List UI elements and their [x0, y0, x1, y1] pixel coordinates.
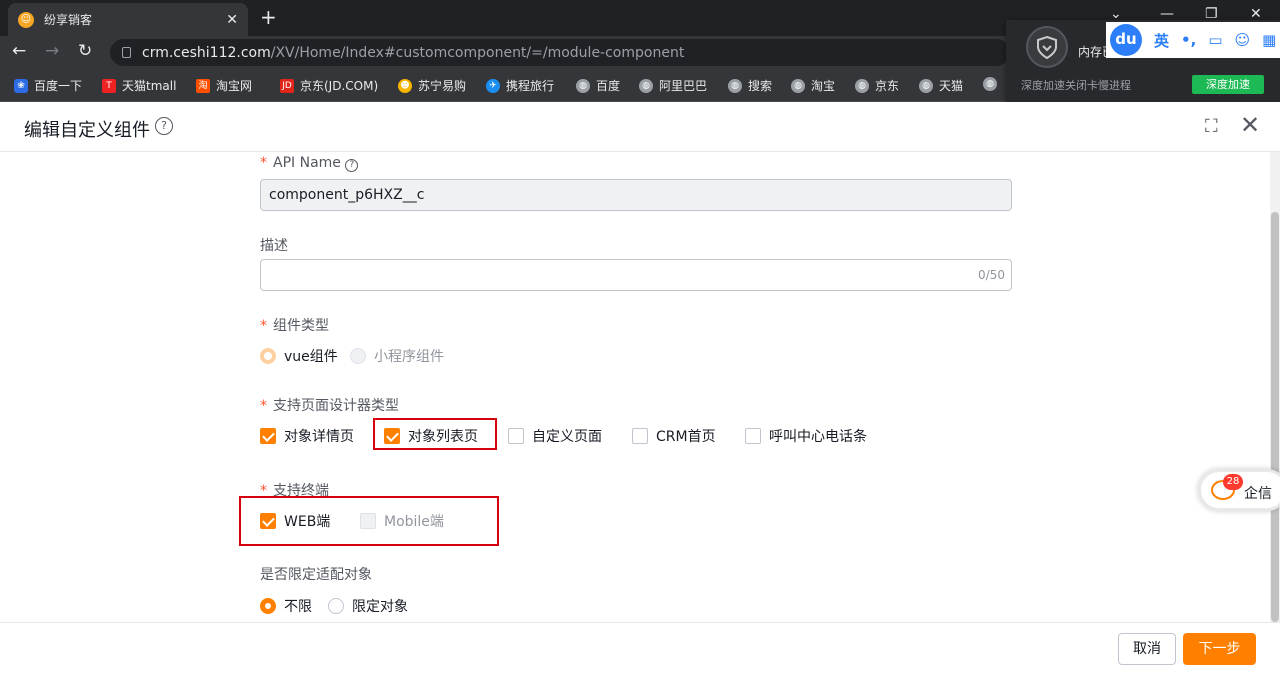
checkbox-label: CRM首页	[656, 429, 716, 445]
bookmark-label: 携程旅行	[506, 79, 555, 93]
speedup-button[interactable]: 深度加速	[1192, 75, 1264, 94]
browser-tab[interactable]: ☺ 纷享销客 ✕	[8, 3, 248, 36]
radio-limit-object[interactable]: 限定对象	[328, 596, 408, 616]
unread-badge: 28	[1223, 474, 1243, 490]
checkbox-indicator	[508, 428, 524, 444]
checkbox-label: 呼叫中心电话条	[769, 429, 867, 445]
bookmark-label: 京东	[875, 79, 900, 93]
component-type-label: * 组件类型	[260, 318, 329, 334]
designer-type-label: * 支持页面设计器类型	[260, 398, 399, 414]
bookmark-label: 搜索	[748, 79, 773, 93]
new-tab-icon[interactable]: +	[260, 6, 277, 28]
next-step-button[interactable]: 下一步	[1183, 633, 1256, 665]
designer-type-label-text: 支持页面设计器类型	[273, 398, 399, 414]
bookmark-label: 天猫tmall	[122, 79, 177, 93]
radio-label: 小程序组件	[374, 349, 444, 365]
qixin-chat-button[interactable]: 28 企信	[1198, 469, 1280, 511]
limit-object-label: 是否限定适配对象	[260, 567, 372, 583]
checkbox-crm-home[interactable]: CRM首页	[632, 426, 716, 446]
radio-label: 限定对象	[352, 599, 408, 615]
url-host: crm.ceshi112.com	[142, 44, 271, 61]
fullscreen-icon[interactable]: ⛶	[1205, 116, 1218, 137]
radio-unlimited[interactable]: 不限	[260, 596, 312, 616]
ime-lang-toggle[interactable]: 英	[1154, 30, 1169, 51]
bookmark-label: 苏宁易购	[418, 79, 467, 93]
checkbox-label: 自定义页面	[532, 429, 602, 445]
shield-icon	[1026, 26, 1068, 68]
bookmark-label: 京东(JD.COM)	[300, 79, 379, 93]
scrollbar-thumb[interactable]	[1271, 212, 1279, 622]
bookmark-item[interactable]: ❀ 百度一下	[14, 77, 82, 94]
bookmark-item[interactable]: ✈ 携程旅行	[486, 77, 554, 94]
keyboard-icon[interactable]: ▭	[1208, 31, 1222, 49]
bookmark-label: 淘宝	[811, 79, 836, 93]
checkbox-custom-page[interactable]: 自定义页面	[508, 426, 602, 446]
bookmark-label: 淘宝网	[216, 79, 253, 93]
bookmark-item[interactable]: JD 京东(JD.COM)	[280, 77, 378, 94]
radio-indicator	[260, 348, 276, 364]
bookmark-label: 天猫	[939, 79, 964, 93]
bookmark-item[interactable]: ☻ 苏宁易购	[398, 77, 466, 94]
bookmark-item[interactable]: ◍ 百度	[576, 77, 620, 94]
radio-indicator	[328, 598, 344, 614]
url-path: /XV/Home/Index#customcomponent/=/module-…	[270, 44, 685, 61]
tab-close-icon[interactable]: ✕	[226, 12, 238, 28]
address-bar[interactable]: crm.ceshi112.com/XV/Home/Index#customcom…	[110, 39, 1010, 66]
checkbox-label: 对象详情页	[284, 429, 354, 445]
radio-vue-component[interactable]: vue组件	[260, 346, 338, 366]
bookmark-label: 百度	[596, 79, 621, 93]
cancel-button[interactable]: 取消	[1118, 633, 1176, 665]
url-text: crm.ceshi112.com/XV/Home/Index#customcom…	[142, 45, 684, 61]
ime-toolbar: du 英 •, ▭ ☺ ▦	[1106, 22, 1280, 58]
bookmark-item[interactable]: ◍ 天猫	[919, 77, 963, 94]
help-icon[interactable]: ?	[155, 117, 173, 135]
radio-indicator	[260, 598, 276, 614]
bookmark-item[interactable]: ◍ 京东	[855, 77, 899, 94]
checkbox-object-detail[interactable]: 对象详情页	[260, 426, 354, 446]
component-type-label-text: 组件类型	[273, 318, 329, 334]
api-name-label: * API Name ?	[260, 155, 359, 172]
bookmark-label: 百度一下	[34, 79, 83, 93]
radio-label: vue组件	[284, 349, 338, 365]
popup-subtext: 深度加速关闭卡慢进程	[1021, 79, 1131, 92]
reload-icon[interactable]: ↻	[78, 41, 92, 61]
checkbox-call-center[interactable]: 呼叫中心电话条	[745, 426, 867, 446]
api-name-field[interactable]: component_p6HXZ__c	[260, 179, 1012, 211]
char-counter: 0/50	[978, 268, 1005, 282]
highlight-box	[239, 496, 499, 546]
radio-miniprogram-component[interactable]: 小程序组件	[350, 346, 444, 366]
back-icon[interactable]: ←	[12, 41, 26, 61]
checkbox-indicator	[632, 428, 648, 444]
user-icon[interactable]: ☺	[1235, 31, 1251, 49]
bookmark-item[interactable]: ◍	[983, 77, 1003, 91]
forward-icon[interactable]: →	[45, 41, 59, 61]
dialog-header: 编辑自定义组件 ? ⛶ ✕	[0, 102, 1280, 152]
highlight-box	[373, 418, 497, 450]
description-field[interactable]: 0/50	[260, 259, 1012, 291]
tab-title: 纷享销客	[44, 13, 93, 27]
punctuation-icon[interactable]: •,	[1181, 31, 1196, 49]
qixin-label: 企信	[1244, 486, 1272, 502]
du-logo-icon[interactable]: du	[1110, 24, 1142, 56]
dialog-footer: 取消 下一步	[0, 622, 1280, 680]
bookmark-item[interactable]: 淘淘宝网	[196, 77, 252, 94]
checkbox-indicator	[260, 428, 276, 444]
lock-icon	[122, 47, 131, 58]
radio-label: 不限	[284, 599, 312, 615]
help-icon[interactable]: ?	[345, 159, 359, 172]
page-title: 编辑自定义组件	[24, 120, 150, 141]
description-label: 描述	[260, 238, 288, 254]
close-icon[interactable]: ✕	[1240, 111, 1260, 139]
api-name-label-text: API Name	[273, 155, 341, 171]
favicon-icon: ☺	[18, 11, 34, 28]
checkbox-indicator	[745, 428, 761, 444]
radio-indicator	[350, 348, 366, 364]
bookmark-item[interactable]: T 天猫tmall	[102, 77, 176, 94]
grid-icon[interactable]: ▦	[1262, 31, 1276, 49]
bookmark-item[interactable]: ◍ 搜索	[728, 77, 772, 94]
bookmark-item[interactable]: ◍ 阿里巴巴	[639, 77, 707, 94]
bookmark-item[interactable]: ◍ 淘宝	[791, 77, 835, 94]
bookmark-label: 阿里巴巴	[659, 79, 708, 93]
